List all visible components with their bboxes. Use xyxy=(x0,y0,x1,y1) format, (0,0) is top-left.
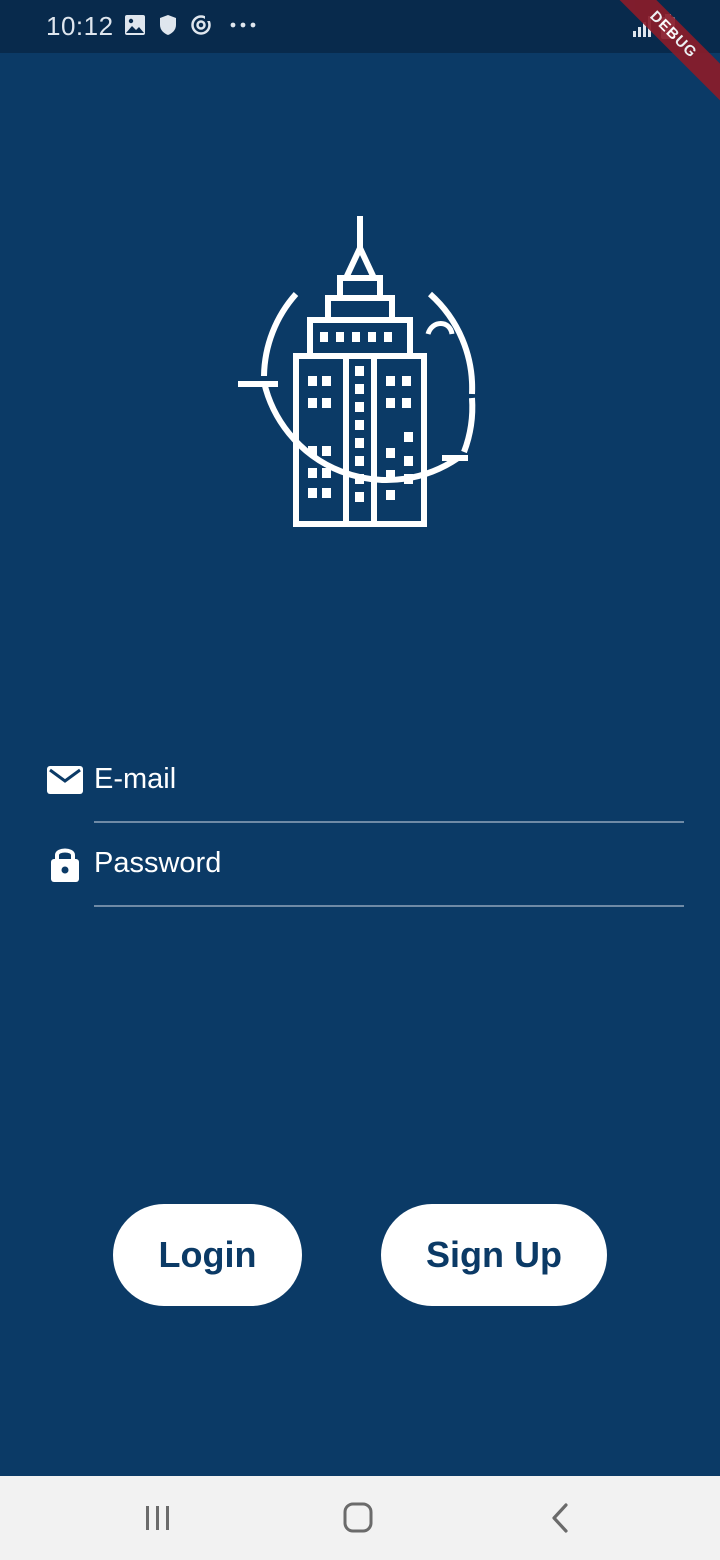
sync-icon xyxy=(191,15,211,35)
recent-apps-icon[interactable] xyxy=(136,1498,180,1538)
system-nav-bar xyxy=(0,1476,720,1560)
shield-icon xyxy=(160,15,176,35)
login-button[interactable]: Login xyxy=(113,1204,302,1306)
password-input[interactable] xyxy=(94,834,684,892)
back-icon[interactable] xyxy=(538,1498,582,1538)
empire-state-building-logo xyxy=(238,216,476,527)
password-underline xyxy=(94,905,684,907)
password-field xyxy=(44,834,684,918)
email-input[interactable] xyxy=(94,750,684,808)
lock-icon xyxy=(51,848,79,882)
home-icon[interactable] xyxy=(336,1498,380,1538)
status-time: 10:12 xyxy=(46,11,114,41)
email-underline xyxy=(94,821,684,823)
image-icon xyxy=(125,15,145,35)
more-icon xyxy=(230,22,256,28)
status-bar: 10:12 xyxy=(0,0,720,53)
email-field xyxy=(44,750,684,834)
signup-button[interactable]: Sign Up xyxy=(381,1204,607,1306)
mail-icon xyxy=(47,766,83,794)
